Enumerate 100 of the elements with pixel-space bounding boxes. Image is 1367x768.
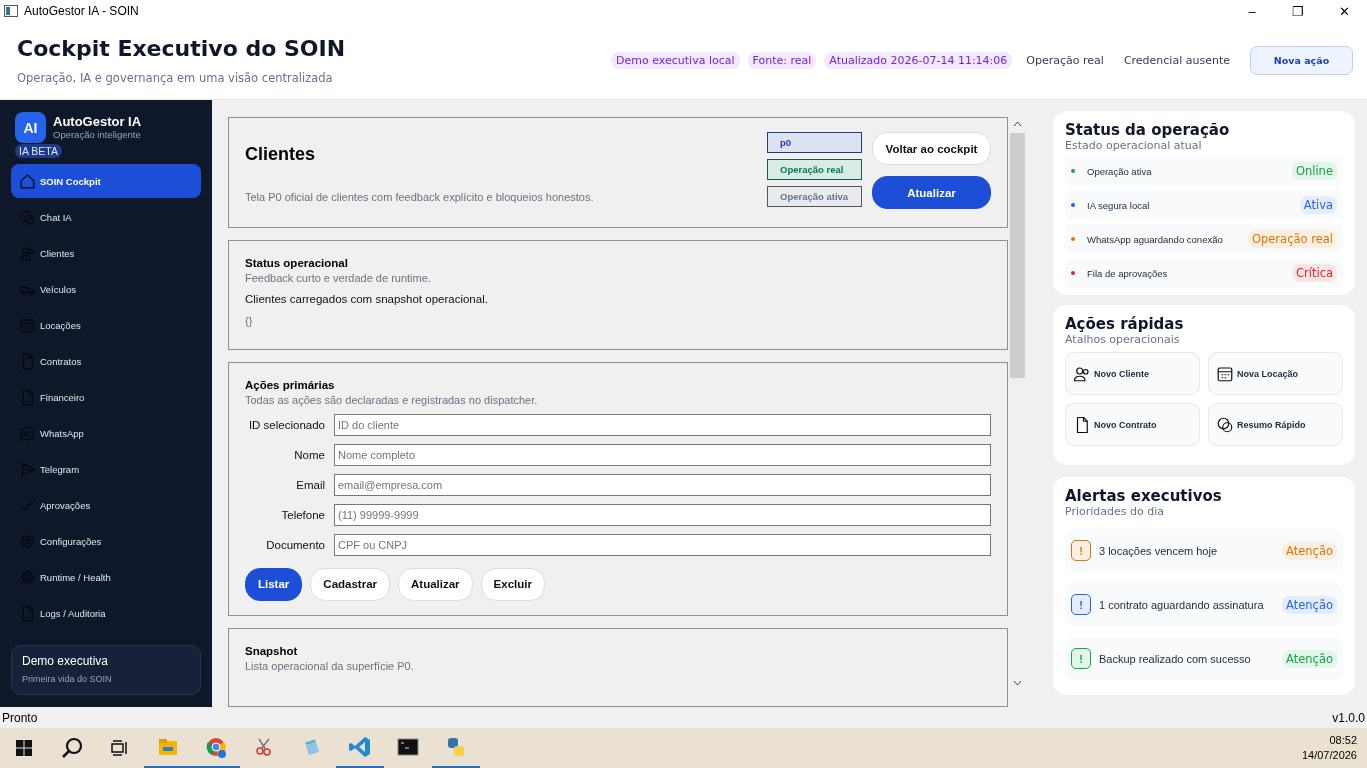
beta-badge: IA BETA xyxy=(15,144,62,158)
status-tag: Operação ativa xyxy=(767,186,862,207)
gear-icon xyxy=(19,568,36,586)
sidebar-item[interactable]: Configurações xyxy=(11,524,201,558)
input-field[interactable]: email@empresa.com xyxy=(334,473,991,496)
status-badge: Demo executiva local xyxy=(611,52,740,69)
alert-icon: ! xyxy=(1071,594,1091,615)
card-subtitle: Atalhos operacionais xyxy=(1065,333,1181,346)
terminal-icon[interactable] xyxy=(396,735,420,759)
calendar-icon xyxy=(19,316,36,334)
app-logo: AI xyxy=(15,112,46,143)
card-subtitle: Estado operacional atual xyxy=(1065,139,1203,152)
status-text: Credencial ausente xyxy=(1122,54,1231,67)
demo-card: Demo executiva Primeira vida do SOIN xyxy=(11,645,201,695)
status-text: Operação real xyxy=(1025,54,1105,67)
minimize-button[interactable]: – xyxy=(1229,3,1275,19)
sidebar-item[interactable]: Veículos xyxy=(11,272,201,306)
card-title: Snapshot xyxy=(245,645,299,658)
people-icon xyxy=(19,244,36,262)
action-button[interactable]: Atualizar xyxy=(398,567,473,601)
status-label: Operação ativa xyxy=(1087,165,1153,177)
alert-tag: Atenção xyxy=(1282,649,1337,668)
action-button[interactable]: Excluir xyxy=(480,567,545,601)
status-badge: Atualizado 2026-07-14 11:14:06 xyxy=(824,52,1013,69)
status-text: Pronto xyxy=(2,710,38,725)
version-text: v1.0.0 xyxy=(1332,710,1365,725)
input-field[interactable]: (11) 99999-9999 xyxy=(334,503,991,526)
quick-action-button[interactable]: Novo Contrato xyxy=(1065,403,1200,446)
status-tag: p0 xyxy=(767,132,862,153)
alert-tag: Atenção xyxy=(1282,595,1337,614)
task-view-icon[interactable] xyxy=(111,740,129,756)
chat-bubbles-icon xyxy=(1216,415,1234,434)
field-label: Nome xyxy=(293,448,326,461)
card-title: Status da operação xyxy=(1065,121,1231,139)
payload-text: {} xyxy=(245,314,254,327)
quick-action-button[interactable]: Resumo Rápido xyxy=(1208,403,1343,446)
section-description: Tela P0 oficial de clientes com feedback explícito e bloqueios honestos. xyxy=(245,191,595,203)
maximize-button[interactable]: ❐ xyxy=(1275,3,1321,19)
home-icon xyxy=(19,172,36,190)
status-pill: Operação real xyxy=(1247,230,1337,248)
alert-tag: Atenção xyxy=(1282,541,1337,560)
browser-icon[interactable] xyxy=(204,735,228,759)
status-pill: Online xyxy=(1291,162,1337,180)
status-pill: Ativa xyxy=(1299,196,1337,214)
quick-action-button[interactable]: Novo Cliente xyxy=(1065,352,1200,395)
card-title: Ações rápidas xyxy=(1065,315,1185,333)
send-icon xyxy=(19,460,36,478)
sidebar-item[interactable]: Aprovações xyxy=(11,488,201,522)
input-field[interactable]: Nome completo xyxy=(334,443,991,466)
alert-text: 3 locações vencem hoje xyxy=(1099,544,1218,557)
status-message: Clientes carregados com snapshot operacional. xyxy=(245,292,489,305)
status-badge: Fonte: real xyxy=(747,52,817,69)
search-icon[interactable] xyxy=(61,737,83,759)
section-title: Clientes xyxy=(245,144,317,165)
refresh-button[interactable]: Atualizar xyxy=(872,176,991,209)
sidebar-item[interactable]: Chat IA xyxy=(11,200,201,234)
alert-text: Backup realizado com sucesso xyxy=(1099,652,1252,665)
sidebar-item[interactable]: Logs / Auditoria xyxy=(11,596,201,630)
field-label: Telefone xyxy=(280,508,326,521)
card-title: Ações primárias xyxy=(245,378,336,391)
chat-bubbles-icon xyxy=(19,208,36,226)
sidebar-item[interactable]: WhatsApp xyxy=(11,416,201,450)
sidebar-item[interactable]: SOIN Cockpit xyxy=(11,164,201,198)
action-button[interactable]: Listar xyxy=(245,567,303,601)
sidebar-item[interactable]: Clientes xyxy=(11,236,201,270)
speech-bubble-icon xyxy=(19,424,36,442)
status-label: WhatsApp aguardando conexão xyxy=(1087,233,1224,245)
card-subtitle: Lista operacional da superfície P0. xyxy=(245,660,415,673)
back-button[interactable]: Voltar ao cockpit xyxy=(872,132,991,165)
people-icon xyxy=(1073,364,1091,383)
sidebar-item[interactable]: Contratos xyxy=(11,344,201,378)
sidebar-item[interactable]: Financeiro xyxy=(11,380,201,414)
sidebar-item[interactable]: Runtime / Health xyxy=(11,560,201,594)
page-title: Cockpit Executivo do SOIN xyxy=(17,36,347,61)
app-tagline: Operação inteligente xyxy=(53,129,142,140)
sidebar-item[interactable]: Locações xyxy=(11,308,201,342)
input-field[interactable]: ID do cliente xyxy=(334,413,991,436)
card-title: Alertas executivos xyxy=(1065,487,1223,505)
status-label: IA segura local xyxy=(1087,199,1151,211)
status-label: Fila de aprovações xyxy=(1087,267,1169,279)
start-icon[interactable] xyxy=(15,739,33,757)
status-pill: Crítica xyxy=(1291,264,1337,282)
action-button[interactable]: Cadastrar xyxy=(310,567,391,601)
window-title: AutoGestor IA - SOIN xyxy=(24,4,140,18)
code-editor-icon[interactable] xyxy=(348,735,372,759)
field-label: Documento xyxy=(265,538,326,551)
card-title: Status operacional xyxy=(245,256,349,269)
clock-date: 14/07/2026 xyxy=(1301,748,1357,763)
clock-time: 08:52 xyxy=(1328,733,1357,748)
sidebar-item[interactable]: Telegram xyxy=(11,452,201,486)
alert-icon: ! xyxy=(1071,540,1091,561)
page-subtitle: Operação, IA e governança em uma visão centralizada xyxy=(17,71,334,85)
gear-icon xyxy=(19,532,36,550)
close-button[interactable]: ✕ xyxy=(1321,3,1367,19)
new-action-button[interactable]: Nova ação xyxy=(1250,46,1353,75)
alert-icon: ! xyxy=(1071,648,1091,669)
input-field[interactable]: CPF ou CNPJ xyxy=(334,533,991,556)
app-name: AutoGestor IA xyxy=(53,114,142,129)
field-label: Email xyxy=(295,478,326,491)
quick-action-button[interactable]: Nova Locação xyxy=(1208,352,1343,395)
